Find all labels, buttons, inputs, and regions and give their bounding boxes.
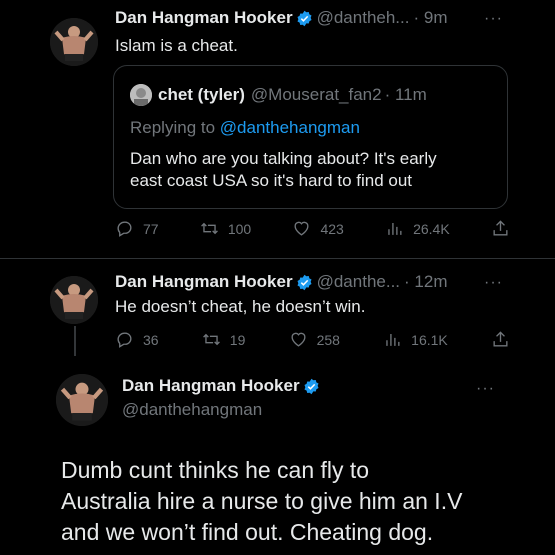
- tweet-actions: 36 19 258 16.1K: [115, 330, 510, 349]
- author-handle[interactable]: @danthe...: [317, 272, 400, 292]
- main-tweet-text-line-3: and we won’t find out. Cheating dog.: [61, 519, 434, 545]
- author-handle[interactable]: @danthehangman: [122, 400, 262, 420]
- avatar-image: [56, 374, 108, 426]
- avatar[interactable]: [50, 18, 98, 66]
- tweet-text: He doesn’t cheat, he doesn’t win.: [115, 297, 366, 316]
- reply-count: 36: [143, 331, 159, 348]
- views-button[interactable]: 26.4K: [385, 219, 450, 238]
- views-count: 26.4K: [413, 220, 450, 237]
- share-button[interactable]: [491, 219, 510, 238]
- heart-icon: [294, 221, 309, 236]
- reply-button[interactable]: 77: [115, 219, 159, 238]
- retweet-icon: [200, 222, 218, 235]
- quoted-text-line-2: east coast USA so it's hard to find out: [130, 171, 413, 190]
- quoted-author-name[interactable]: chet (tyler): [158, 85, 245, 105]
- replying-to-link[interactable]: @danthehangman: [220, 118, 360, 137]
- views-icon: [386, 333, 400, 346]
- more-options-icon[interactable]: ···: [476, 380, 495, 398]
- reply-icon: [117, 332, 132, 348]
- reply-icon: [117, 221, 132, 237]
- views-button[interactable]: 16.1K: [383, 330, 448, 349]
- share-icon: [493, 220, 508, 236]
- views-count: 16.1K: [411, 331, 448, 348]
- quoted-tweet[interactable]: chet (tyler) @Mouserat_fan2 · 11m Replyi…: [113, 65, 508, 209]
- avatar-image: [50, 276, 98, 324]
- like-button[interactable]: 258: [289, 330, 340, 349]
- verified-badge-icon: [304, 378, 319, 394]
- quoted-avatar[interactable]: [130, 84, 152, 106]
- verified-badge-icon: [297, 274, 312, 290]
- avatar[interactable]: [56, 374, 108, 426]
- retweet-count: 19: [229, 331, 246, 348]
- replying-to-label: Replying to: [130, 118, 216, 137]
- more-options-icon[interactable]: ···: [484, 10, 503, 28]
- avatar[interactable]: [50, 276, 98, 324]
- like-count: 258: [316, 331, 340, 348]
- like-count: 423: [320, 220, 344, 237]
- like-button[interactable]: 423: [292, 219, 344, 238]
- retweet-count: 100: [227, 220, 252, 237]
- retweet-button[interactable]: 100: [200, 219, 251, 238]
- divider: [0, 258, 555, 259]
- author-handle[interactable]: @dantheh...: [317, 8, 410, 28]
- author-name[interactable]: Dan Hangman Hooker: [115, 272, 293, 292]
- tweet-timestamp[interactable]: · 12m: [404, 272, 447, 292]
- tweet-timestamp[interactable]: · 9m: [413, 8, 447, 28]
- verified-badge-icon: [297, 10, 312, 26]
- reply-button[interactable]: 36: [115, 330, 159, 349]
- main-tweet-text-line-1: Dumb cunt thinks he can fly to: [61, 457, 370, 483]
- thread-connector: [74, 326, 76, 356]
- author-name[interactable]: Dan Hangman Hooker: [122, 376, 300, 396]
- reply-count: 77: [143, 220, 159, 237]
- quoted-text-line-1: Dan who are you talking about? It's earl…: [130, 149, 437, 168]
- quoted-timestamp[interactable]: · 11m: [385, 85, 427, 105]
- more-options-icon[interactable]: ···: [484, 274, 503, 292]
- share-icon: [493, 331, 508, 347]
- quoted-author-handle[interactable]: @Mouserat_fan2: [251, 85, 382, 105]
- avatar-image: [50, 18, 98, 66]
- views-icon: [388, 222, 402, 235]
- heart-icon: [291, 332, 306, 347]
- share-button[interactable]: [491, 330, 510, 349]
- tweet-text: Islam is a cheat.: [115, 36, 238, 55]
- retweet-icon: [202, 333, 220, 346]
- tweet-actions: 77 100 423 26.4K: [115, 219, 510, 238]
- retweet-button[interactable]: 19: [202, 330, 246, 349]
- main-tweet-text-line-2: Australia hire a nurse to give him an I.…: [61, 488, 463, 514]
- author-name[interactable]: Dan Hangman Hooker: [115, 8, 293, 28]
